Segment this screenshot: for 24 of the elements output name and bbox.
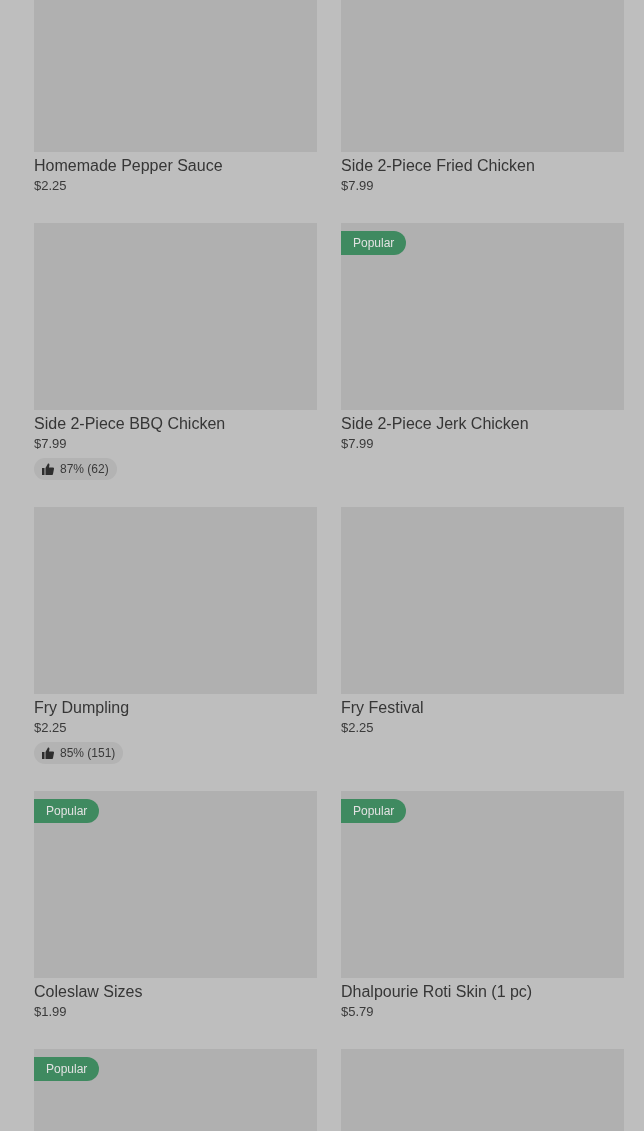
popular-badge: Popular [34, 799, 100, 823]
item-name[interactable]: Fry Dumpling [34, 698, 317, 718]
item-name[interactable]: Homemade Pepper Sauce [34, 156, 317, 176]
item-name[interactable]: Coleslaw Sizes [34, 982, 317, 1002]
item-price: $2.25 [341, 719, 375, 737]
item-name[interactable]: Fry Festival [341, 698, 624, 718]
item-price: $7.99 [341, 177, 375, 195]
item-price: $2.25 [34, 177, 68, 195]
thumbs-up-icon [42, 463, 54, 475]
popular-badge: Popular [341, 799, 407, 823]
item-price: $7.99 [34, 435, 68, 453]
item-price: $2.25 [34, 719, 68, 737]
popular-badge: Popular [341, 231, 407, 255]
item-name[interactable]: Dhalpourie Roti Skin (1 pc) [341, 982, 624, 1002]
item-name[interactable]: Side 2-Piece BBQ Chicken [34, 414, 317, 434]
item-price: $5.79 [341, 1003, 375, 1021]
rating-text: 87% (62) [60, 462, 109, 476]
item-name[interactable]: Side 2-Piece Fried Chicken [341, 156, 624, 176]
rating-text: 85% (151) [60, 746, 116, 760]
item-price: $1.99 [34, 1003, 68, 1021]
item-name[interactable]: Side 2-Piece Jerk Chicken [341, 414, 624, 434]
popular-badge: Popular [34, 1057, 100, 1081]
item-price: $7.99 [341, 435, 375, 453]
thumbs-up-icon [42, 747, 54, 759]
